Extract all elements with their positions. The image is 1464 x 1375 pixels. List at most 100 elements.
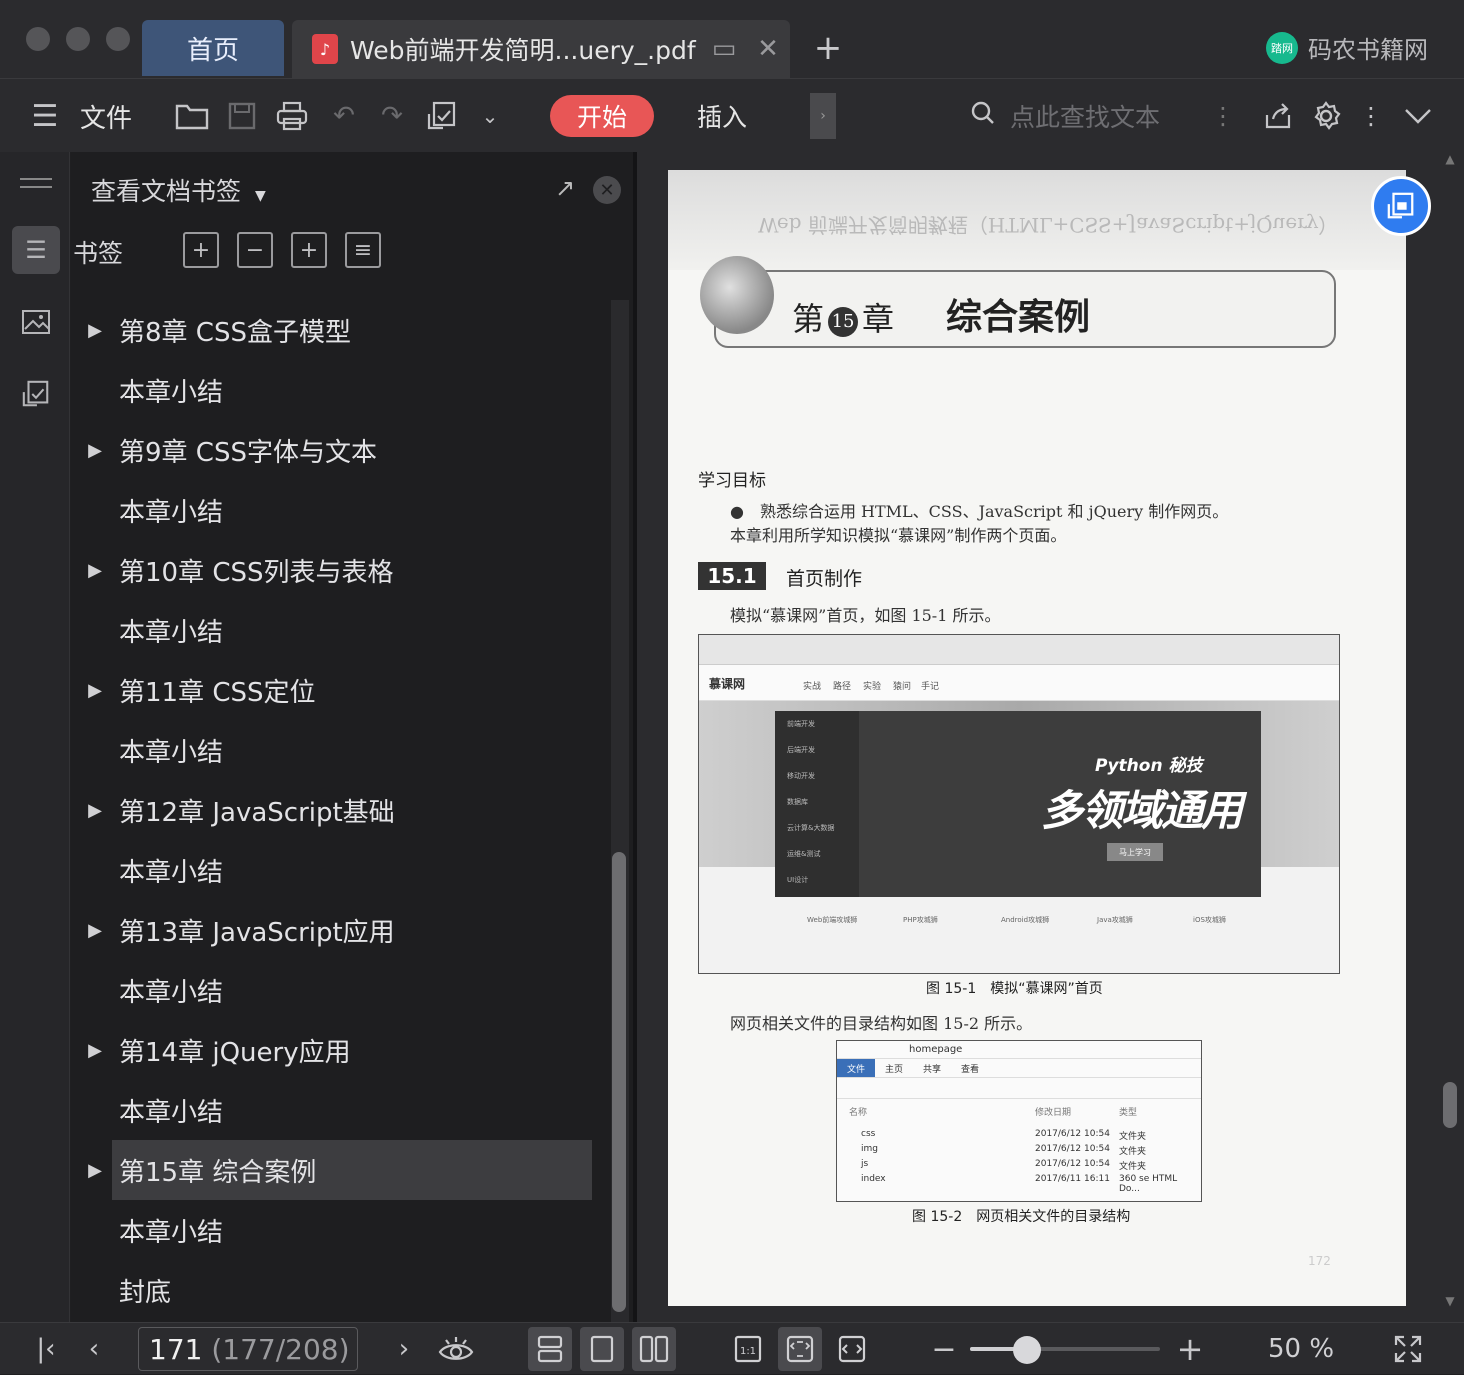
page-number-input[interactable]: 171 (177/208): [138, 1327, 358, 1371]
status-bar: |‹ ‹ 171 (177/208) › 1:1 − + 50 %: [0, 1322, 1464, 1374]
document-scrollbar-thumb[interactable]: [1443, 1082, 1457, 1128]
open-folder-icon[interactable]: [170, 79, 214, 153]
collapse-toolbar-icon[interactable]: [1396, 79, 1440, 153]
expand-arrow-icon[interactable]: ▶: [71, 320, 119, 341]
brand[interactable]: 踏网 码农书籍网: [1266, 30, 1428, 65]
zoom-slider[interactable]: [970, 1347, 1160, 1351]
window-zoom-dot[interactable]: [106, 27, 130, 51]
svg-text:1:1: 1:1: [740, 1346, 756, 1357]
bookmark-label: 第13章 JavaScript应用: [119, 917, 395, 948]
file-menu-button[interactable]: 文件: [76, 79, 136, 153]
undo-icon[interactable]: ↶: [322, 79, 366, 153]
read-mode-eye-icon[interactable]: [434, 1323, 478, 1375]
bookmark-item[interactable]: ▶ 第9章 CSS字体与文本: [71, 420, 611, 480]
bookmark-item[interactable]: 本章小结: [71, 720, 611, 780]
bookmark-item[interactable]: 本章小结: [71, 1080, 611, 1140]
previous-page-icon[interactable]: ‹: [76, 1323, 112, 1375]
menu-icon[interactable]: ☰: [24, 79, 66, 153]
bookmark-item[interactable]: 封底: [71, 1260, 611, 1320]
actual-size-icon[interactable]: 1:1: [726, 1327, 770, 1371]
bookmark-item[interactable]: 本章小结: [71, 480, 611, 540]
fig1-browser-bar: [699, 635, 1339, 665]
search-field[interactable]: 点此查找文本: [970, 95, 1190, 137]
continuous-view-icon[interactable]: [528, 1327, 572, 1371]
fit-page-icon[interactable]: [778, 1327, 822, 1371]
bookmark-label: 本章小结: [119, 617, 224, 648]
tab-insert[interactable]: 插入: [680, 95, 764, 137]
fullscreen-icon[interactable]: [1388, 1323, 1428, 1375]
bookmark-item[interactable]: ▶ 第8章 CSS盒子模型: [71, 300, 611, 360]
close-tab-icon[interactable]: ✕: [746, 29, 790, 69]
chevron-down-icon[interactable]: ⌄: [472, 79, 508, 153]
single-page-view-icon[interactable]: [580, 1327, 624, 1371]
bookmark-list: ▶ 第8章 CSS盒子模型 本章小结 ▶ 第9章 CSS字体与文本 本章小结 ▶ 第10章 C…: [71, 300, 611, 1320]
zoom-in-icon[interactable]: +: [1172, 1323, 1208, 1375]
window-minimize-dot[interactable]: [66, 27, 90, 51]
two-page-view-icon[interactable]: [632, 1327, 676, 1371]
goal-item: ● 熟悉综合运用 HTML、CSS、JavaScript 和 jQuery 制作…: [730, 502, 1229, 521]
expand-arrow-icon[interactable]: ▶: [71, 680, 119, 701]
convert-rail-icon[interactable]: [12, 370, 60, 418]
expand-arrow-icon[interactable]: ▶: [71, 560, 119, 581]
expand-arrow-icon[interactable]: ▶: [71, 1160, 119, 1181]
print-icon[interactable]: [270, 79, 314, 153]
first-page-icon[interactable]: |‹: [28, 1323, 64, 1375]
bookmark-item[interactable]: ▶ 第10章 CSS列表与表格: [71, 540, 611, 600]
bookmark-item[interactable]: 本章小结: [71, 840, 611, 900]
bookmark-item[interactable]: 本章小结: [71, 1200, 611, 1260]
bookmark-label: 第12章 JavaScript基础: [119, 797, 395, 828]
bookmark-edit-icon[interactable]: ≡: [345, 232, 381, 268]
close-panel-icon[interactable]: ✕: [593, 176, 621, 204]
bookmarks-list-icon[interactable]: ☰: [12, 226, 60, 274]
bookmark-item[interactable]: ▶ 第11章 CSS定位: [71, 660, 611, 720]
convert-icon[interactable]: [420, 79, 464, 153]
redo-icon[interactable]: ↷: [370, 79, 414, 153]
zoom-slider-knob[interactable]: [1013, 1336, 1041, 1364]
bookmark-item[interactable]: 本章小结: [71, 600, 611, 660]
pop-out-arrow-icon[interactable]: ↗: [555, 174, 575, 202]
bookmark-item[interactable]: 本章小结: [71, 360, 611, 420]
fig2-file-row: js 2017/6/12 10:54 文件夹: [849, 1159, 1189, 1174]
tab-home[interactable]: 首页: [142, 20, 284, 76]
monitor-icon[interactable]: ▭: [702, 29, 746, 69]
more-options-icon[interactable]: ⋮: [1356, 79, 1386, 153]
tab-document[interactable]: ♪ Web前端开发简明...uery_.pdf ▭ ✕: [292, 20, 790, 78]
floating-convert-button[interactable]: [1371, 176, 1431, 236]
settings-gear-icon[interactable]: [1304, 79, 1348, 153]
new-tab-button[interactable]: +: [808, 24, 848, 72]
bookmark-item[interactable]: ▶ 第15章 综合案例: [88, 1140, 592, 1200]
fig2-col-name: 名称: [849, 1108, 868, 1118]
fig1-banner-subtitle: Python 秘技: [1095, 756, 1203, 776]
scroll-up-arrow-icon[interactable]: ▲: [1443, 152, 1457, 166]
thumbnails-image-icon[interactable]: [12, 298, 60, 346]
add-bookmark-icon[interactable]: +: [291, 232, 327, 268]
more-tabs-icon[interactable]: ›: [810, 93, 836, 139]
scroll-down-arrow-icon[interactable]: ▼: [1443, 1294, 1457, 1308]
bookmark-view-dropdown[interactable]: 查看文档书签 ▼: [91, 172, 266, 208]
window-close-dot[interactable]: [26, 27, 50, 51]
bookmark-item[interactable]: ▶ 第13章 JavaScript应用: [71, 900, 611, 960]
zoom-out-icon[interactable]: −: [926, 1323, 962, 1375]
pdf-page[interactable]: Web 前端开发简明教程（HTML+CSS+JavaScript+jQuery）…: [668, 170, 1406, 1306]
expand-all-icon[interactable]: +: [183, 232, 219, 268]
tab-start[interactable]: 开始: [550, 95, 654, 137]
fig2-cell-date: 2017/6/12 10:54: [1035, 1144, 1110, 1154]
next-page-icon[interactable]: ›: [386, 1323, 422, 1375]
fig2-file-row: index 2017/6/11 16:11 360 se HTML Do...: [849, 1174, 1189, 1194]
rail-drag-handle[interactable]: [20, 178, 52, 188]
expand-arrow-icon[interactable]: ▶: [71, 1040, 119, 1061]
fit-width-icon[interactable]: [830, 1327, 874, 1371]
zoom-level[interactable]: 50 %: [1268, 1323, 1334, 1375]
panel-scrollbar-thumb[interactable]: [612, 852, 626, 1312]
collapse-all-icon[interactable]: −: [237, 232, 273, 268]
expand-arrow-icon[interactable]: ▶: [71, 440, 119, 461]
share-icon[interactable]: [1256, 79, 1300, 153]
document-area: Web 前端开发简明教程（HTML+CSS+JavaScript+jQuery）…: [637, 152, 1464, 1322]
bookmark-item[interactable]: ▶ 第14章 jQuery应用: [71, 1020, 611, 1080]
more-vertical-icon[interactable]: ⋮: [1208, 79, 1238, 153]
expand-arrow-icon[interactable]: ▶: [71, 800, 119, 821]
bookmark-item[interactable]: ▶ 第12章 JavaScript基础: [71, 780, 611, 840]
expand-arrow-icon[interactable]: ▶: [71, 920, 119, 941]
save-icon[interactable]: [220, 79, 264, 153]
bookmark-item[interactable]: 本章小结: [71, 960, 611, 1020]
